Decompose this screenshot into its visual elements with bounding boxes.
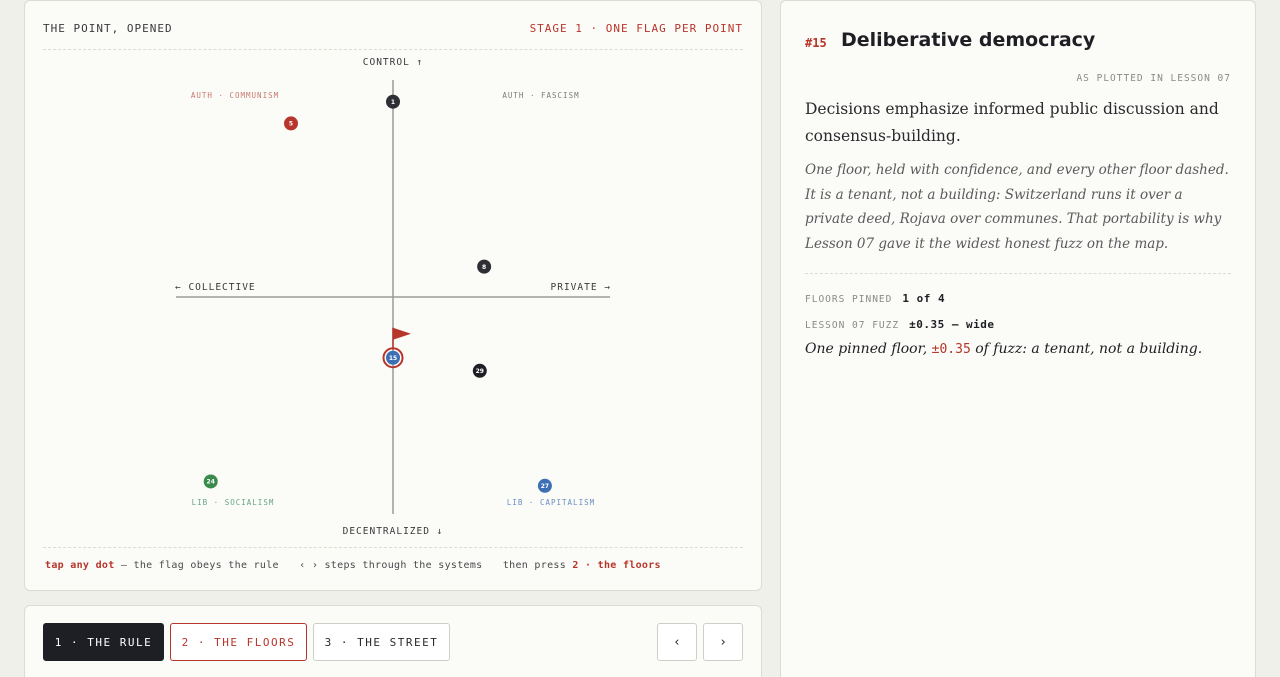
flag-icon: [393, 327, 411, 340]
tab-the-rule[interactable]: 1 · THE RULE: [43, 623, 164, 661]
map-instructions: tap any dot — the flag obeys the rule ‹ …: [45, 560, 661, 571]
point-29[interactable]: 29: [472, 363, 487, 378]
conclusion-value: ±0.35: [931, 342, 971, 357]
instruction-floors: 2 · the floors: [572, 560, 661, 571]
points-layer: 15815292427: [203, 94, 552, 493]
point-1[interactable]: 1: [386, 94, 400, 109]
point-label: 15: [389, 355, 397, 362]
quadrant-label-lib-socialism: LIB · SOCIALISM: [192, 498, 275, 507]
system-summary: Decisions emphasize informed public disc…: [805, 100, 1219, 145]
next-button[interactable]: ›: [703, 623, 743, 661]
point-label: 5: [289, 121, 293, 128]
instruction-tap: tap any dot: [45, 560, 115, 571]
axis-label-collective: ← COLLECTIVE: [175, 282, 256, 293]
footer-divider: [43, 547, 743, 548]
point-15[interactable]: 15: [382, 327, 412, 369]
stage-tabs-panel: 1 · THE RULE 2 · THE FLOORS 3 · THE STRE…: [24, 605, 762, 677]
conclusion-post: of fuzz: a tenant, not a building.: [975, 341, 1203, 357]
political-compass-plot: CONTROL ↑ DECENTRALIZED ↓ ← COLLECTIVE P…: [175, 57, 611, 537]
stat-floors-value: 1 of 4: [902, 292, 946, 305]
quadrant-label-auth-communism: AUTH · COMMUNISM: [191, 91, 279, 100]
system-description: One floor, held with confidence, and eve…: [805, 162, 1229, 252]
instruction-steps: ‹ › steps through the systems: [299, 560, 483, 571]
tab-the-floors[interactable]: 2 · THE FLOORS: [170, 623, 307, 661]
stat-floors-label: FLOORS PINNED: [805, 294, 893, 305]
quadrant-label-lib-capitalism: LIB · CAPITALISM: [507, 498, 595, 507]
point-8[interactable]: 8: [477, 259, 492, 274]
instruction-then: then press: [502, 560, 567, 571]
system-title: Deliberative democracy: [841, 29, 1096, 51]
point-27[interactable]: 27: [537, 478, 552, 493]
axis-label-decentralized: DECENTRALIZED ↓: [343, 526, 444, 537]
point-label: 29: [476, 368, 484, 375]
stat-lesson-fuzz: LESSON 07 FUZZ ±0.35 — wide: [805, 318, 995, 331]
system-number: #15: [805, 36, 827, 50]
point-label: 24: [207, 479, 215, 486]
axis-label-control: CONTROL ↑: [363, 57, 423, 68]
point-5[interactable]: 5: [284, 116, 299, 131]
point-label: 8: [482, 264, 486, 271]
conclusion-text: One pinned floor, ±0.35 of fuzz: a tenan…: [805, 341, 1202, 357]
plotted-in-label: AS PLOTTED IN LESSON 07: [1076, 73, 1231, 84]
tab-the-street[interactable]: 3 · THE STREET: [313, 623, 450, 661]
stat-fuzz-value: ±0.35 — wide: [909, 318, 995, 331]
instruction-rule: — the flag obeys the rule: [120, 560, 279, 571]
stat-floors-pinned: FLOORS PINNED 1 of 4: [805, 292, 945, 305]
point-label: 27: [541, 483, 549, 490]
previous-button[interactable]: ‹: [657, 623, 697, 661]
detail-divider: [805, 273, 1231, 274]
quadrant-label-auth-fascism: AUTH · FASCISM: [502, 91, 579, 100]
axis-label-private: PRIVATE →: [551, 282, 611, 293]
conclusion-pre: One pinned floor,: [805, 341, 928, 357]
stat-fuzz-label: LESSON 07 FUZZ: [805, 320, 900, 331]
detail-panel: #15 Deliberative democracy AS PLOTTED IN…: [780, 0, 1256, 677]
point-24[interactable]: 24: [203, 474, 218, 489]
map-panel: THE POINT, OPENED STAGE 1 · ONE FLAG PER…: [24, 0, 762, 591]
point-label: 1: [391, 99, 395, 106]
